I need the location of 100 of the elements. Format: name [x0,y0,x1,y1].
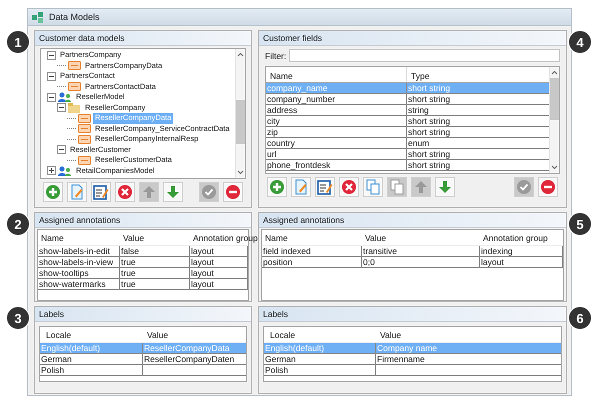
table-cell: layout [190,279,248,289]
table-row[interactable]: url short string [266,149,549,160]
table-cell: show-labels-in-edit [38,246,120,256]
table-cell: true [120,257,190,267]
table-row[interactable]: address string [266,105,549,116]
properties-icon [93,184,109,200]
table-cell: transitive [362,246,480,256]
delete-button[interactable] [115,182,135,202]
panel-title: Assigned annotations [259,213,566,228]
callout-number: 2 [6,212,30,236]
table-cell: ResellerCompanyData [144,343,230,353]
callout-number: 3 [6,306,30,330]
folder-icon [68,102,81,113]
column-header[interactable]: Value [362,230,480,246]
down-icon [437,179,453,195]
add-button[interactable] [267,177,287,197]
table-cell-text: short string [407,94,452,104]
table-cell: true [120,268,190,278]
remove-button[interactable] [538,177,558,197]
copy-button[interactable] [363,177,383,197]
add-button[interactable] [43,182,63,202]
column-header[interactable]: Value [143,327,246,342]
properties-button[interactable] [91,182,111,202]
remove-button[interactable] [223,182,243,202]
table-cell: German [265,354,296,364]
entity-icon [68,61,81,70]
column-header[interactable]: Type [407,67,549,82]
entity-icon [78,156,91,165]
entity-icon [78,114,91,123]
scrollbar[interactable] [549,67,559,173]
table-cell: position [262,257,362,267]
table-cell: English(default) [41,343,100,353]
delete-icon [341,179,357,195]
panel-title: Customer data models [35,31,251,46]
panel-title: Assigned annotations [35,213,251,228]
scroll-up-icon[interactable] [237,52,244,57]
down-button[interactable] [163,182,183,202]
delete-button[interactable] [339,177,359,197]
table-cell: company_name [266,83,407,93]
up-icon [413,179,429,195]
table-cell: 0;0 [362,257,480,267]
panel-title: Labels [259,307,566,322]
table-cell: Firmenname [377,354,425,364]
confirm-icon [516,179,532,195]
table-row[interactable]: company_number short string [266,94,549,105]
column-header[interactable]: Locale [264,327,376,342]
scroll-down-icon[interactable] [551,165,558,170]
table-cell: layout [480,257,563,267]
collapse-icon[interactable] [47,72,56,81]
table-cell: layout [190,268,248,278]
column-header[interactable]: Value [376,327,561,342]
table-row[interactable]: phone_frontdesk short string [266,160,549,171]
table-cell: zip [266,127,407,137]
callout-number: 5 [568,212,592,236]
column-header[interactable]: Name [266,67,407,82]
entity-icon [78,134,91,144]
collapse-icon[interactable] [57,145,66,154]
properties-button[interactable] [315,177,335,197]
table-cell-text: short string [407,116,452,126]
edit-icon [69,184,85,200]
table-cell: Company name [377,343,438,353]
column-header[interactable]: Annotation group [190,230,258,246]
table-cell: url [266,149,407,159]
collapse-icon[interactable] [47,92,56,102]
column-header[interactable]: Locale [40,327,143,342]
paste-icon [389,179,405,195]
column-header[interactable]: Name [38,230,120,246]
entity-icon [78,124,91,134]
filter-label: Filter: [265,50,286,60]
table-row[interactable]: zip short string [266,127,549,138]
collapse-icon[interactable] [57,103,66,112]
table-cell: show-watermarks [38,279,120,289]
panel-title: Labels [35,307,251,322]
remove-icon [225,184,241,200]
scroll-up-icon[interactable] [551,70,558,75]
table-cell: indexing [480,246,563,256]
remove-icon [540,179,556,195]
table-cell: Polish [265,365,288,375]
filter-field[interactable] [289,49,560,62]
table-cell: false [120,246,190,256]
table-cell-text: enum [407,138,430,148]
down-button[interactable] [435,177,455,197]
table-row[interactable]: German ResellerCompanyDaten [40,354,246,365]
expand-icon[interactable] [47,166,56,176]
table-row[interactable]: country enum [266,138,549,149]
table-row[interactable]: Polish [264,365,561,376]
table-cell: show-tooltips [38,268,120,278]
table-row[interactable]: German Firmenname [264,354,561,365]
table-cell: field indexed [262,246,362,256]
column-header[interactable]: Annotation group [480,230,563,246]
column-header[interactable]: Name [262,230,362,246]
add-icon [45,184,61,200]
scrollbar[interactable] [235,49,245,178]
column-header[interactable]: Value [120,230,190,246]
table-cell: English(default) [265,343,324,353]
table-row[interactable]: city short string [266,116,549,127]
confirm-icon [201,184,217,200]
scroll-down-icon[interactable] [237,170,244,175]
table-row[interactable]: Polish [40,365,246,376]
collapse-icon[interactable] [47,50,56,60]
